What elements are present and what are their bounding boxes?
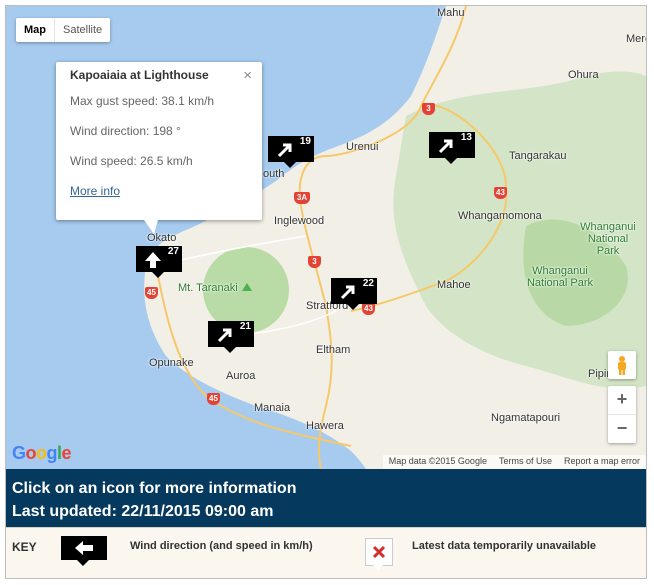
wind-marker[interactable]: 27	[136, 246, 182, 278]
place-label: outh	[263, 168, 285, 180]
map-key: KEY Wind direction (and speed in km/h) L…	[6, 527, 646, 578]
instruction-text: Click on an icon for more information	[12, 480, 297, 497]
close-icon[interactable]: ×	[243, 67, 252, 84]
road-shield: 3A	[294, 192, 310, 204]
popup-max-gust: Max gust speed: 38.1 km/h	[70, 94, 215, 108]
key-unavailable-marker	[365, 538, 393, 571]
wind-arrow-icon	[438, 139, 453, 154]
place-label: Ohura	[568, 69, 599, 81]
road-shield: 3	[308, 256, 321, 268]
wind-speed-label: 13	[460, 132, 472, 143]
wind-arrow-icon	[277, 143, 292, 158]
road-shield: 43	[494, 187, 507, 199]
info-bar: Click on an icon for more information La…	[6, 469, 646, 527]
road-shield: 3	[422, 103, 435, 115]
place-label: Eltham	[316, 344, 351, 356]
road-shield: 45	[145, 287, 158, 299]
zoom-in-button[interactable]: +	[608, 386, 636, 414]
popup-wind-speed: Wind speed: 26.5 km/h	[70, 154, 193, 168]
key-unavailable-description: Latest data temporarily unavailable	[412, 540, 597, 552]
wind-speed-label: 22	[362, 278, 374, 289]
close-x-icon	[372, 545, 386, 559]
park-label: Whanganui National Park	[580, 221, 636, 257]
terms-of-use-link[interactable]: Terms of Use	[493, 455, 558, 469]
report-map-error-link[interactable]: Report a map error	[558, 455, 646, 469]
place-label: Mahu	[437, 7, 465, 19]
key-wind-marker	[61, 536, 107, 566]
place-label: Auroa	[226, 370, 256, 382]
last-updated-text: Last updated: 22/11/2015 09:00 am	[12, 503, 274, 520]
road-shield: 45	[207, 393, 220, 405]
arrow-left-icon	[75, 541, 93, 555]
place-label: Urenui	[346, 141, 379, 153]
road-shield: 43	[362, 303, 375, 315]
map-type-map-button[interactable]: Map	[16, 18, 55, 42]
place-label: Mahoe	[437, 279, 471, 291]
zoom-control: + −	[608, 386, 636, 443]
park-label: Mt. Taranaki	[178, 282, 238, 294]
zoom-out-button[interactable]: −	[608, 415, 636, 443]
place-label: Inglewood	[274, 215, 325, 227]
place-label: Ngamatapouri	[491, 412, 561, 424]
wind-speed-label: 21	[239, 321, 251, 332]
wind-marker[interactable]: 21	[208, 321, 254, 353]
wind-marker[interactable]: 19	[268, 136, 314, 168]
station-info-popup: Kapoaiaia at Lighthouse Max gust speed: …	[56, 62, 262, 234]
place-label: Mere	[626, 33, 646, 45]
wind-marker[interactable]: 22	[331, 278, 377, 310]
mountain-icon	[242, 283, 252, 291]
map-canvas[interactable]: Map Satellite Urenui Ohura Tangarakau Wh…	[6, 6, 646, 469]
wind-speed-label: 19	[299, 136, 311, 147]
wind-arrow-icon	[217, 328, 232, 343]
place-label: Manaia	[254, 402, 291, 414]
park-label: Whanganui National Park	[526, 265, 594, 289]
place-label: Whangamomona	[458, 210, 542, 222]
map-data-credit: Map data ©2015 Google	[388, 456, 487, 466]
place-label: Pipir	[588, 368, 611, 380]
place-label: Tangarakau	[509, 150, 567, 162]
wind-arrow-icon	[340, 285, 355, 300]
wind-arrow-icon	[145, 252, 161, 268]
wind-marker[interactable]: 13	[429, 132, 475, 164]
popup-title: Kapoaiaia at Lighthouse	[70, 68, 209, 82]
key-wind-description: Wind direction (and speed in km/h)	[130, 540, 313, 552]
more-info-link[interactable]: More info	[70, 184, 262, 198]
wind-speed-label: 27	[167, 246, 179, 257]
weather-map-widget: Map Satellite Urenui Ohura Tangarakau Wh…	[5, 5, 647, 579]
place-label: Opunake	[149, 357, 194, 369]
popup-wind-direction: Wind direction: 198 °	[70, 124, 181, 138]
key-label: KEY	[12, 540, 37, 554]
map-type-control: Map Satellite	[16, 18, 111, 42]
map-attribution: Map data ©2015 Google Terms of Use Repor…	[382, 455, 646, 469]
map-type-satellite-button[interactable]: Satellite	[55, 18, 110, 42]
street-view-pegman-icon[interactable]	[608, 351, 636, 379]
google-logo[interactable]: Google	[12, 443, 72, 464]
place-label: Hawera	[306, 420, 344, 432]
pegman-figure	[618, 356, 626, 375]
